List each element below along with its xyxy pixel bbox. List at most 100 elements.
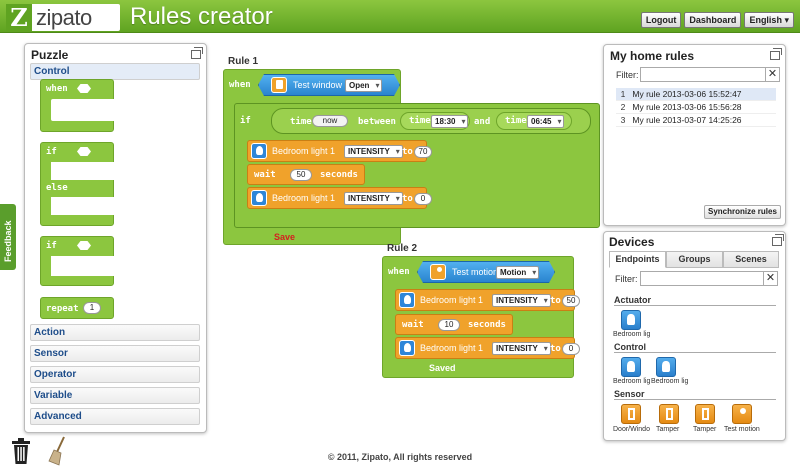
now-field[interactable]: now: [312, 115, 348, 127]
devices-title: Devices: [609, 235, 655, 249]
light-bulb-icon: [251, 190, 267, 206]
maximize-icon[interactable]: [770, 48, 782, 60]
save-button[interactable]: Save: [274, 232, 295, 242]
repeat-keyword: repeat: [46, 304, 79, 314]
time-a-dropdown[interactable]: 18:30: [431, 115, 469, 128]
time-a-block[interactable]: time 18:30: [400, 112, 470, 130]
section-control: Control: [614, 342, 646, 352]
attribute-dropdown[interactable]: INTENSITY: [492, 342, 551, 355]
trigger-state-dropdown[interactable]: Open: [345, 79, 382, 92]
palette-if-block[interactable]: if: [40, 236, 115, 286]
rule1-action2-block[interactable]: Bedroom light 1 INTENSITY to 0: [247, 187, 432, 209]
light-bulb-icon: [399, 292, 415, 308]
tamper-sensor-icon[interactable]: [695, 404, 715, 424]
rule-number: 3: [620, 115, 626, 125]
time-between-block[interactable]: time now between time 18:30 and time 06:…: [271, 108, 591, 134]
motion-sensor-icon[interactable]: [732, 404, 752, 424]
when-keyword: when: [46, 84, 68, 94]
zipato-logo: Z zipato: [6, 4, 120, 31]
rule2-action1-block[interactable]: Bedroom light 1 INTENSITY to 50: [395, 289, 580, 311]
wait-value-field[interactable]: 10: [438, 319, 460, 331]
category-sensor[interactable]: Sensor: [30, 345, 200, 362]
rule-name: My rule 2013-03-07 14:25:26: [632, 115, 742, 125]
rule2-wait-block[interactable]: wait 10 seconds: [395, 314, 513, 335]
palette-if-else-block[interactable]: if else: [40, 142, 115, 226]
rule1-wait-block[interactable]: wait 50 seconds: [247, 164, 365, 185]
rule-list-item[interactable]: 1 My rule 2013-03-06 15:52:47: [616, 88, 776, 101]
devices-filter-input[interactable]: [640, 271, 764, 286]
category-advanced[interactable]: Advanced: [30, 408, 200, 425]
statement-slot: [51, 99, 115, 121]
rule-name: My rule 2013-03-06 15:56:28: [632, 102, 742, 112]
rule-list-item[interactable]: 2 My rule 2013-03-06 15:56:28: [616, 101, 776, 114]
attribute-dropdown[interactable]: INTENSITY: [344, 192, 403, 205]
statement-slot: [51, 162, 115, 180]
rule2-trigger-block[interactable]: Test motion Motion: [417, 261, 555, 283]
device-label: Test motion: [724, 426, 760, 433]
when-keyword: when: [388, 267, 410, 277]
rule2-action2-block[interactable]: Bedroom light 1 INTENSITY to 0: [395, 337, 580, 359]
rule2-when-block[interactable]: when Test motion Motion Bedroom light 1 …: [382, 256, 580, 378]
rule1-when-block[interactable]: when Test window 1 Open if time now betw…: [223, 69, 600, 245]
language-select[interactable]: English ▾: [744, 12, 794, 28]
clear-filter-icon[interactable]: ✕: [763, 271, 778, 286]
logout-button[interactable]: Logout: [640, 12, 682, 28]
light-bulb-icon[interactable]: [621, 310, 641, 330]
logo-text: zipato: [36, 4, 92, 30]
tab-groups[interactable]: Groups: [666, 251, 723, 268]
repeat-count-field[interactable]: 1: [83, 302, 101, 314]
device-label: Bedroom lig: [651, 378, 689, 385]
value-field[interactable]: 70: [414, 146, 432, 158]
action-device-label: Bedroom light 1: [420, 295, 484, 305]
maximize-icon[interactable]: [772, 234, 784, 246]
wait-value-field[interactable]: 50: [290, 169, 312, 181]
rules-filter-input[interactable]: [640, 67, 766, 82]
trigger-state-dropdown[interactable]: Motion: [496, 266, 539, 279]
rule-number: 1: [620, 89, 626, 99]
category-control[interactable]: Control: [30, 63, 200, 80]
rule1-if-block[interactable]: if time now between time 18:30 and time …: [234, 103, 600, 228]
clear-filter-icon[interactable]: ✕: [765, 67, 780, 82]
when-keyword: when: [229, 80, 251, 90]
to-keyword: to: [550, 296, 561, 306]
value-field[interactable]: 0: [414, 193, 432, 205]
rule1-trigger-block[interactable]: Test window 1 Open: [258, 74, 400, 96]
maximize-icon[interactable]: [191, 47, 203, 59]
seconds-keyword: seconds: [320, 170, 358, 180]
door-window-sensor-icon[interactable]: [621, 404, 641, 424]
rule-list-item[interactable]: 3 My rule 2013-03-07 14:25:26: [616, 114, 776, 127]
rule1-title: Rule 1: [228, 56, 259, 67]
between-keyword: between: [358, 117, 396, 127]
dashboard-button[interactable]: Dashboard: [684, 12, 742, 28]
value-field[interactable]: 50: [562, 295, 580, 307]
light-bulb-icon[interactable]: [656, 357, 676, 377]
motion-sensor-icon: [430, 264, 446, 280]
socket-hex: [77, 241, 91, 250]
tamper-sensor-icon[interactable]: [659, 404, 679, 424]
attribute-dropdown[interactable]: INTENSITY: [492, 294, 551, 307]
time-b-block[interactable]: time 06:45: [496, 112, 572, 130]
tab-scenes[interactable]: Scenes: [723, 251, 779, 268]
category-action[interactable]: Action: [30, 324, 200, 341]
synchronize-rules-button[interactable]: Synchronize rules: [704, 205, 781, 219]
tab-endpoints[interactable]: Endpoints: [609, 251, 666, 268]
rule1-action1-block[interactable]: Bedroom light 1 INTENSITY to 70: [247, 140, 432, 162]
palette-repeat-block[interactable]: repeat 1: [40, 297, 114, 319]
header-actions: Logout Dashboard English ▾: [640, 12, 794, 28]
device-label: Tamper: [656, 426, 680, 433]
chevron-down-icon: ▾: [784, 15, 789, 25]
time-b-dropdown[interactable]: 06:45: [527, 115, 565, 128]
statement-slot: [51, 197, 115, 215]
device-label: Bedroom lig: [613, 378, 651, 385]
attribute-dropdown[interactable]: INTENSITY: [344, 145, 403, 158]
feedback-tab[interactable]: Feedback: [0, 204, 16, 270]
light-bulb-icon[interactable]: [621, 357, 641, 377]
palette-when-block[interactable]: when: [40, 79, 115, 132]
else-keyword: else: [46, 183, 68, 193]
statement-slot: [51, 256, 115, 276]
value-field[interactable]: 0: [562, 343, 580, 355]
divider: [614, 399, 776, 400]
logo-mark: Z: [6, 4, 32, 31]
category-operator[interactable]: Operator: [30, 366, 200, 383]
category-variable[interactable]: Variable: [30, 387, 200, 404]
